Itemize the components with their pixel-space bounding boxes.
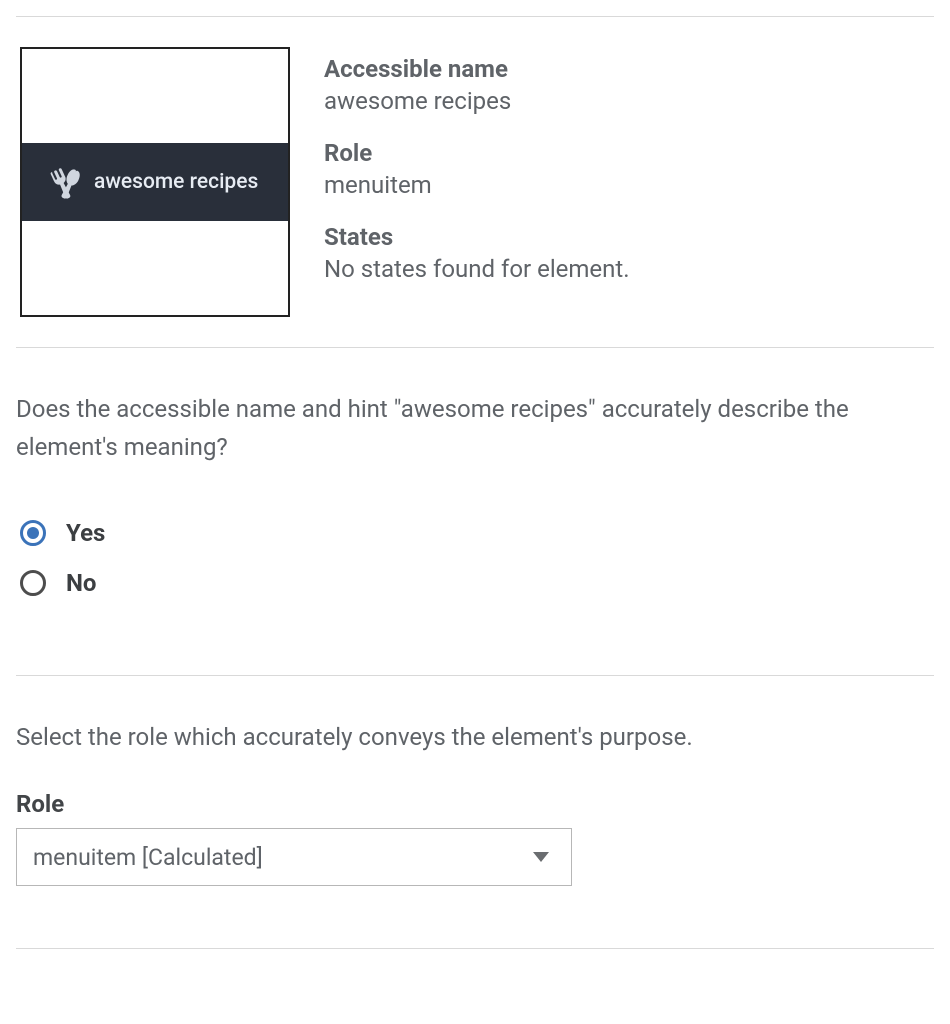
utensils-icon: [48, 164, 84, 200]
role-dropdown-value: menuitem [Calculated]: [33, 844, 263, 871]
radio-option-yes[interactable]: Yes: [20, 519, 934, 547]
states-label: States: [324, 223, 934, 251]
role-dropdown[interactable]: menuitem [Calculated]: [16, 828, 572, 886]
divider-bottom: [16, 948, 934, 949]
question-1-text: Does the accessible name and hint "aweso…: [16, 374, 934, 477]
question-accessible-name-section: Does the accessible name and hint "aweso…: [16, 348, 934, 675]
radio-yes-icon: [20, 520, 46, 546]
question-2-text: Select the role which accurately conveys…: [16, 702, 934, 780]
accessible-name-label: Accessible name: [324, 55, 934, 83]
element-thumbnail: awesome recipes: [20, 47, 290, 317]
thumbnail-nav-bar: awesome recipes: [22, 143, 288, 221]
states-value: No states found for element.: [324, 255, 934, 283]
accessible-name-value: awesome recipes: [324, 87, 934, 115]
thumbnail-nav-text: awesome recipes: [94, 170, 258, 194]
element-details: Accessible name awesome recipes Role men…: [324, 47, 934, 283]
chevron-down-icon: [533, 852, 549, 862]
radio-no-label: No: [66, 569, 96, 597]
yes-no-radio-group: Yes No: [16, 477, 934, 649]
role-value: menuitem: [324, 171, 934, 199]
role-field-label: Role: [16, 790, 934, 818]
question-role-section: Select the role which accurately conveys…: [16, 676, 934, 948]
role-label: Role: [324, 139, 934, 167]
radio-yes-label: Yes: [66, 519, 105, 547]
radio-option-no[interactable]: No: [20, 569, 934, 597]
element-info-section: awesome recipes Accessible name awesome …: [16, 17, 934, 347]
radio-no-icon: [20, 570, 46, 596]
